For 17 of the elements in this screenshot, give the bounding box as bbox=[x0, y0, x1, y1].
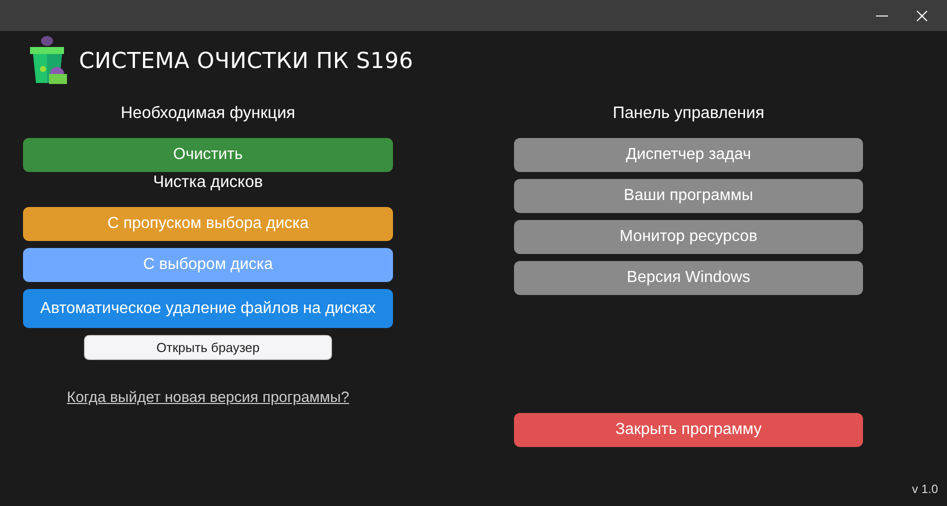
action-button[interactable]: С выбором диска bbox=[23, 248, 393, 282]
section-heading: Необходимая функция bbox=[120, 103, 296, 123]
close-icon[interactable] bbox=[915, 8, 929, 22]
action-button[interactable]: С пропуском выбора диска bbox=[23, 207, 393, 241]
app-title: СИСТЕМА ОЧИСТКИ ПК S196 bbox=[79, 48, 414, 74]
version-label: v 1.0 bbox=[912, 482, 938, 496]
tool-button[interactable]: Диспетчер задач bbox=[514, 138, 863, 172]
tool-button[interactable]: Монитор ресурсов bbox=[514, 220, 863, 254]
section-heading: Панель управления bbox=[612, 103, 766, 123]
new-version-link[interactable]: Когда выйдет новая версия программы? bbox=[66, 389, 350, 406]
tool-button[interactable]: Ваши программы bbox=[514, 179, 863, 213]
open-browser-button[interactable]: Открыть браузер bbox=[84, 335, 332, 360]
action-button[interactable]: Автоматическое удаление файлов на дисках bbox=[23, 289, 393, 328]
tool-button[interactable]: Версия Windows bbox=[514, 261, 863, 295]
close-program-button[interactable]: Закрыть программу bbox=[514, 413, 863, 447]
action-button[interactable]: Очистить bbox=[23, 138, 393, 172]
section-heading: Чистка дисков bbox=[152, 172, 264, 192]
